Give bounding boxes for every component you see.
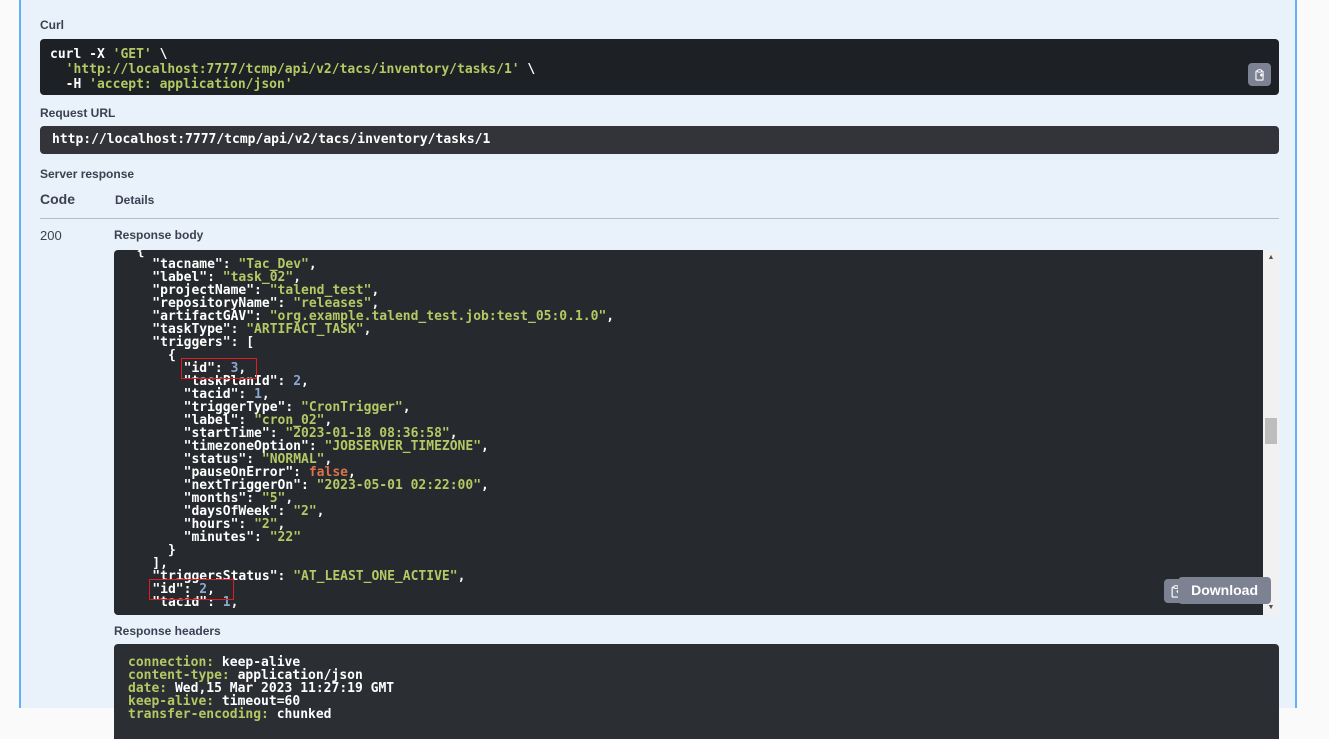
clipboard-copy-icon [1254, 68, 1265, 82]
responses-table-header: Code Details [40, 181, 1279, 219]
copy-curl-button[interactable] [1248, 63, 1271, 86]
response-row: 200 Response body { "tacname": "Tac_Dev"… [40, 219, 1279, 739]
download-button[interactable]: Download [1178, 577, 1271, 604]
response-headers-block: connection: keep-alivecontent-type: appl… [114, 644, 1279, 739]
curl-command-block: curl -X 'GET' \ 'http://localhost:7777/t… [40, 39, 1279, 95]
response-body-scrollbar[interactable]: ▲ ▼ [1263, 250, 1279, 615]
status-code: 200 [40, 219, 114, 739]
server-response-label: Server response [40, 167, 1279, 181]
response-body-label: Response body [114, 228, 1279, 242]
response-headers-label: Response headers [114, 624, 1279, 638]
response-body-code: { "tacname": "Tac_Dev", "label": "task_0… [114, 250, 1263, 615]
response-details-cell: Response body { "tacname": "Tac_Dev", "l… [114, 219, 1279, 739]
response-body-container: { "tacname": "Tac_Dev", "label": "task_0… [114, 250, 1279, 615]
curl-label: Curl [40, 18, 1279, 32]
details-column-header: Details [115, 193, 154, 207]
operation-response-panel: Curl curl -X 'GET' \ 'http://localhost:7… [19, 0, 1297, 708]
code-column-header: Code [40, 191, 115, 207]
scrollbar-thumb[interactable] [1265, 418, 1277, 444]
request-url-value: http://localhost:7777/tcmp/api/v2/tacs/i… [40, 126, 1279, 154]
scroll-up-button[interactable]: ▲ [1263, 251, 1279, 264]
request-url-label: Request URL [40, 106, 1279, 120]
